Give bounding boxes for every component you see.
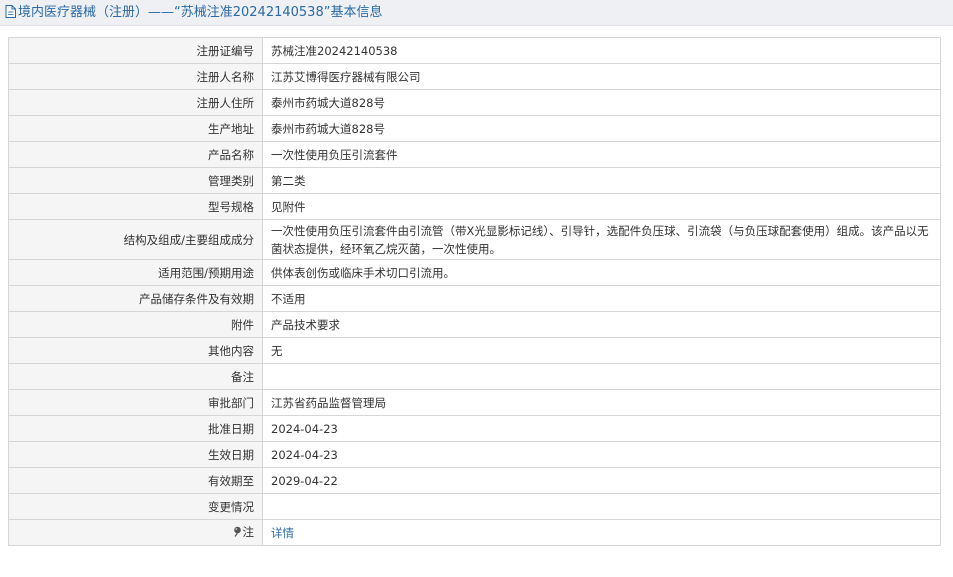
row-value-registrant-address: 泰州市药城大道828号 (262, 89, 941, 116)
row-label-intended-use: 适用范围/预期用途 (8, 259, 263, 286)
row-value-approval-date: 2024-04-23 (262, 415, 941, 442)
row-value-intended-use: 供体表创伤或临床手术切口引流用。 (262, 259, 941, 286)
row-value-approval-dept: 江苏省药品监督管理局 (262, 389, 941, 416)
row-value-attachment: 产品技术要求 (262, 311, 941, 338)
details-link[interactable]: 详情 (271, 526, 294, 540)
info-table: 注册证编号 苏械注准20242140538 注册人名称 江苏艾博得医疗器械有限公… (8, 37, 941, 546)
row-value-expiry-date: 2029-04-22 (262, 467, 941, 494)
table-row: 产品储存条件及有效期 不适用 (8, 285, 941, 312)
pin-icon (233, 524, 242, 542)
row-label-model-spec: 型号规格 (8, 193, 263, 220)
row-label-product-name: 产品名称 (8, 141, 263, 168)
table-row: 批准日期 2024-04-23 (8, 415, 941, 442)
info-table-container: 注册证编号 苏械注准20242140538 注册人名称 江苏艾博得医疗器械有限公… (8, 37, 941, 546)
table-row: 变更情况 (8, 493, 941, 520)
table-row: 生产地址 泰州市药城大道828号 (8, 115, 941, 142)
row-label-expiry-date: 有效期至 (8, 467, 263, 494)
row-value-note: 详情 (262, 519, 941, 546)
table-row: 注册证编号 苏械注准20242140538 (8, 37, 941, 64)
table-row: 适用范围/预期用途 供体表创伤或临床手术切口引流用。 (8, 259, 941, 286)
row-label-attachment: 附件 (8, 311, 263, 338)
row-value-product-name: 一次性使用负压引流套件 (262, 141, 941, 168)
row-label-approval-date: 批准日期 (8, 415, 263, 442)
row-label-management-class: 管理类别 (8, 167, 263, 194)
document-icon (5, 5, 16, 24)
row-label-other: 其他内容 (8, 337, 263, 364)
table-row: 生效日期 2024-04-23 (8, 441, 941, 468)
header-bar: 境内医疗器械（注册）——“苏械注准20242140538”基本信息 (0, 0, 953, 26)
row-value-other: 无 (262, 337, 941, 364)
row-label-structure: 结构及组成/主要组成成分 (8, 219, 263, 260)
table-row: 备注 (8, 363, 941, 390)
row-label-note: 注 (8, 519, 263, 546)
table-row: 注册人名称 江苏艾博得医疗器械有限公司 (8, 63, 941, 90)
table-row: 有效期至 2029-04-22 (8, 467, 941, 494)
row-label-storage: 产品储存条件及有效期 (8, 285, 263, 312)
row-label-changes: 变更情况 (8, 493, 263, 520)
row-label-reg-number: 注册证编号 (8, 37, 263, 64)
table-row: 附件 产品技术要求 (8, 311, 941, 338)
table-row: 审批部门 江苏省药品监督管理局 (8, 389, 941, 416)
row-value-registrant-name: 江苏艾博得医疗器械有限公司 (262, 63, 941, 90)
page-title-text: 境内医疗器械（注册）——“苏械注准20242140538”基本信息 (18, 5, 383, 20)
row-value-storage: 不适用 (262, 285, 941, 312)
row-label-effective-date: 生效日期 (8, 441, 263, 468)
table-row: 注 详情 (8, 519, 941, 546)
table-row: 注册人住所 泰州市药城大道828号 (8, 89, 941, 116)
row-label-registrant-name: 注册人名称 (8, 63, 263, 90)
row-value-model-spec: 见附件 (262, 193, 941, 220)
row-label-approval-dept: 审批部门 (8, 389, 263, 416)
table-row: 产品名称 一次性使用负压引流套件 (8, 141, 941, 168)
row-label-production-address: 生产地址 (8, 115, 263, 142)
page-title: 境内医疗器械（注册）——“苏械注准20242140538”基本信息 (5, 4, 382, 22)
row-value-changes (262, 493, 941, 520)
row-value-effective-date: 2024-04-23 (262, 441, 941, 468)
row-value-remarks (262, 363, 941, 390)
row-value-management-class: 第二类 (262, 167, 941, 194)
table-row: 结构及组成/主要组成成分 一次性使用负压引流套件由引流管（带X光显影标记线）、引… (8, 219, 941, 260)
note-label-text: 注 (242, 525, 255, 539)
row-value-production-address: 泰州市药城大道828号 (262, 115, 941, 142)
row-value-structure: 一次性使用负压引流套件由引流管（带X光显影标记线）、引导针，选配件负压球、引流袋… (262, 219, 941, 260)
table-row: 型号规格 见附件 (8, 193, 941, 220)
row-label-registrant-address: 注册人住所 (8, 89, 263, 116)
row-value-reg-number: 苏械注准20242140538 (262, 37, 941, 64)
table-row: 管理类别 第二类 (8, 167, 941, 194)
table-row: 其他内容 无 (8, 337, 941, 364)
row-label-remarks: 备注 (8, 363, 263, 390)
